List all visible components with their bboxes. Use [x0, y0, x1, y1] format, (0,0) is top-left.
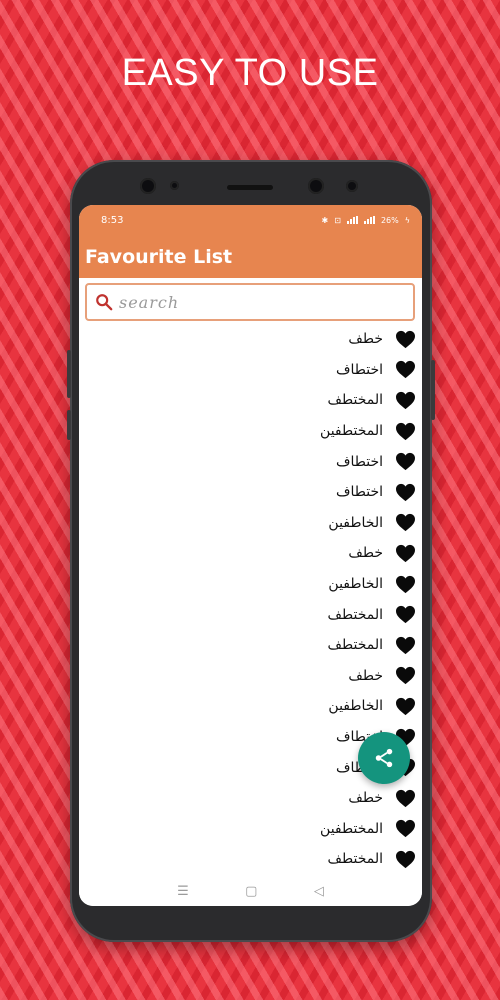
sensor-icon	[170, 181, 179, 190]
status-time: 8:53	[101, 214, 124, 226]
heart-icon[interactable]	[395, 636, 416, 655]
system-nav-bar: ☰ ▢ ◁	[79, 876, 422, 906]
heart-icon[interactable]	[395, 330, 416, 349]
search-input[interactable]	[119, 292, 399, 312]
heart-icon[interactable]	[395, 789, 416, 808]
app-bar: Favourite List	[79, 235, 422, 278]
heart-icon[interactable]	[395, 422, 416, 441]
heart-icon[interactable]	[395, 483, 416, 502]
volte-icon: ⊡	[334, 215, 341, 225]
heart-icon[interactable]	[395, 819, 416, 838]
list-item-word: الخاطفين	[328, 514, 383, 531]
list-item[interactable]: المختطف	[79, 599, 422, 630]
signal-icon-2	[363, 216, 375, 224]
list-item[interactable]: المختطف	[79, 385, 422, 416]
charging-icon: ϟ	[404, 215, 410, 225]
share-button[interactable]	[358, 732, 410, 784]
heart-icon[interactable]	[395, 391, 416, 410]
battery-level: 26%	[380, 215, 399, 225]
list-item[interactable]: اختطاف	[79, 355, 422, 386]
list-item[interactable]: الخاطفين	[79, 508, 422, 539]
power-button	[431, 360, 435, 420]
list-item-word: اختطاف	[335, 484, 383, 501]
list-item-word: المختطفين	[320, 423, 383, 440]
list-item[interactable]: المختطفين	[79, 814, 422, 845]
heart-icon[interactable]	[395, 452, 416, 471]
list-item-word: خطف	[348, 545, 383, 562]
menu-icon[interactable]: ☰	[177, 884, 189, 899]
list-item[interactable]: الخاطفين	[79, 569, 422, 600]
phone-screen: 8:53 ✱ ⊡ 26% ϟ Favourite List خطف اختطاف ا…	[79, 205, 422, 906]
list-item-word: الخاطفين	[328, 576, 383, 593]
list-item[interactable]: المختطف	[79, 844, 422, 875]
list-item-word: خطف	[348, 790, 383, 807]
heart-icon[interactable]	[395, 544, 416, 563]
list-item[interactable]: الخاطفين	[79, 691, 422, 722]
list-item[interactable]: المختطف	[79, 630, 422, 661]
list-item[interactable]: خطف	[79, 538, 422, 569]
heart-icon[interactable]	[395, 697, 416, 716]
list-item[interactable]: خطف	[79, 661, 422, 692]
home-icon[interactable]: ▢	[245, 884, 257, 899]
volume-button-lower	[67, 410, 71, 440]
volume-button	[67, 350, 71, 398]
heart-icon[interactable]	[395, 605, 416, 624]
list-item-word: المختطف	[327, 392, 384, 409]
list-item-word: خطف	[348, 667, 383, 684]
list-item[interactable]: خطف	[79, 783, 422, 814]
list-item-word: اختطاف	[335, 453, 383, 470]
search-icon	[96, 294, 113, 311]
back-icon[interactable]: ◁	[314, 884, 324, 899]
promo-headline: EASY TO USE	[121, 52, 379, 94]
favourite-list: خطف اختطاف المختطف المختطفين اختطاف اختطاف الخ…	[79, 324, 422, 875]
phone-frame: 8:53 ✱ ⊡ 26% ϟ Favourite List خطف اختطاف ا…	[67, 160, 435, 942]
list-item-word: الخاطفين	[328, 698, 383, 715]
signal-icon	[346, 216, 358, 224]
heart-icon[interactable]	[395, 575, 416, 594]
list-item[interactable]: اختطاف	[79, 446, 422, 477]
page-title: Favourite List	[85, 245, 233, 268]
list-item-word: خطف	[348, 331, 383, 348]
list-item-word: المختطف	[327, 606, 384, 623]
heart-icon[interactable]	[395, 513, 416, 532]
list-item-word: المختطفين	[320, 820, 383, 837]
heart-icon[interactable]	[395, 850, 416, 869]
list-item-word: اختطاف	[335, 361, 383, 378]
heart-icon[interactable]	[395, 666, 416, 685]
earpiece-speaker	[227, 185, 273, 190]
heart-icon[interactable]	[395, 360, 416, 379]
list-item[interactable]: خطف	[79, 324, 422, 355]
list-item[interactable]: المختطفين	[79, 416, 422, 447]
share-icon	[375, 748, 393, 768]
camera-icon	[308, 178, 324, 194]
front-camera-icon	[140, 178, 156, 194]
list-item-word: المختطف	[327, 851, 384, 868]
status-bar: 8:53 ✱ ⊡ 26% ϟ	[79, 205, 422, 235]
bluetooth-icon: ✱	[321, 215, 329, 225]
proximity-sensor-icon	[346, 180, 358, 192]
list-item-word: المختطف	[327, 637, 384, 654]
search-box[interactable]	[85, 283, 415, 321]
status-icons: ✱ ⊡ 26% ϟ	[322, 216, 410, 225]
list-item[interactable]: اختطاف	[79, 477, 422, 508]
